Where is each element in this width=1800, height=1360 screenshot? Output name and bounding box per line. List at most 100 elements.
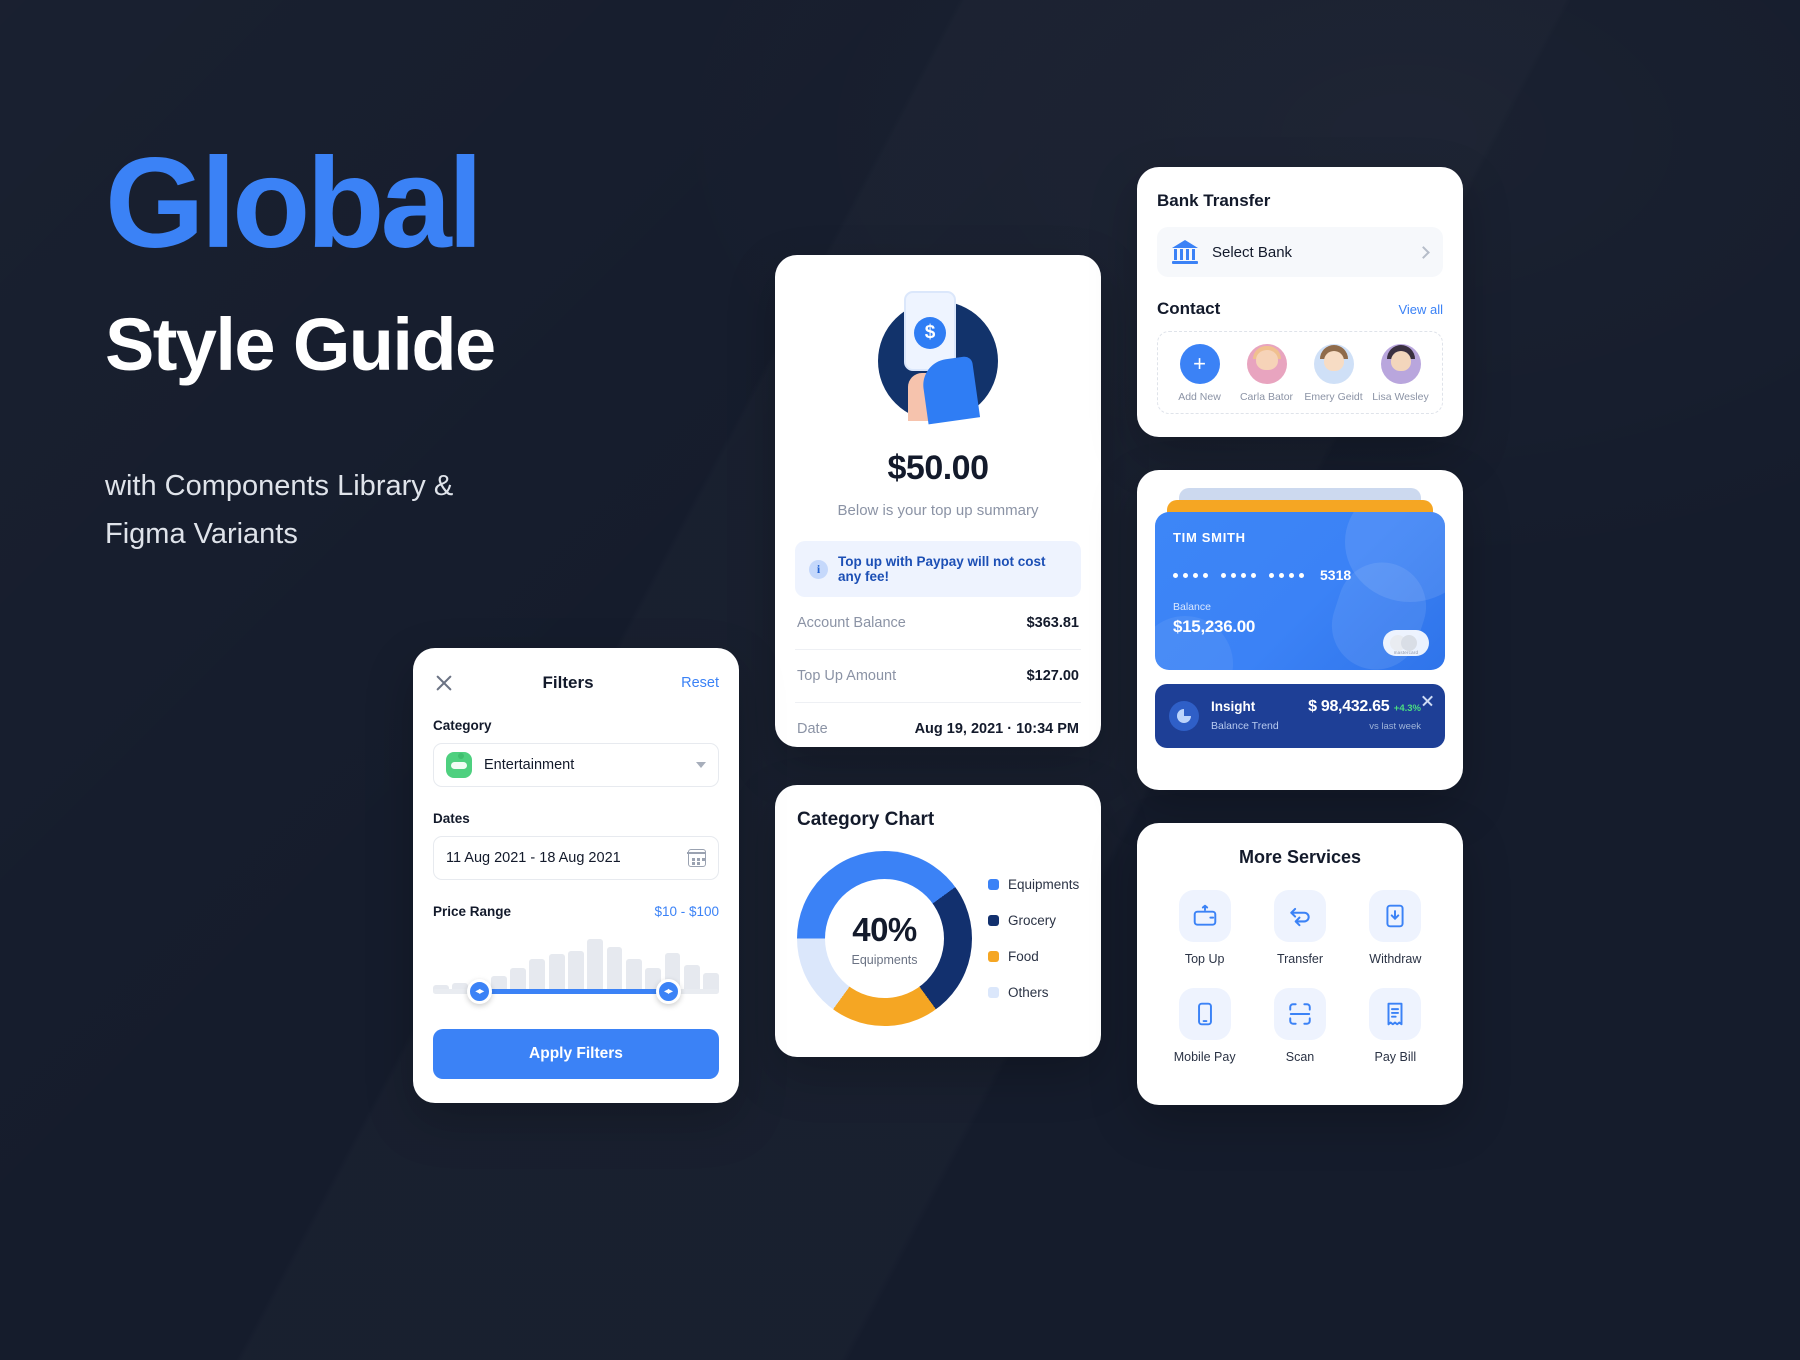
insight-delta-value: +4.3% bbox=[1393, 703, 1421, 714]
service-item-pay-bill[interactable]: Pay Bill bbox=[1348, 988, 1443, 1064]
legend-label: Food bbox=[1008, 949, 1039, 964]
contact-title: Contact bbox=[1157, 299, 1221, 318]
withdraw-icon bbox=[1369, 890, 1422, 942]
mobile-phone-icon bbox=[1178, 988, 1231, 1040]
style-guide-canvas: Global Style Guide with Components Libra… bbox=[0, 0, 1800, 1360]
services-grid: Top Up Transfer Withdraw Mobile Pay Scan Pay … bbox=[1157, 890, 1443, 1064]
card-number-group bbox=[1221, 572, 1256, 578]
slider-handle-min[interactable]: ◂▸ bbox=[466, 979, 492, 1004]
histogram-bar bbox=[587, 939, 604, 991]
bank-transfer-title: Bank Transfer bbox=[1157, 191, 1271, 210]
wallet-topup-icon bbox=[1178, 890, 1231, 942]
avatar bbox=[1313, 344, 1354, 384]
filters-title: Filters bbox=[542, 673, 594, 692]
apply-filters-button[interactable]: Apply Filters bbox=[433, 1029, 719, 1079]
topup-amount-label: Top Up Amount bbox=[797, 668, 897, 684]
insight-delta-suffix: vs last week bbox=[1369, 721, 1421, 732]
service-label: Pay Bill bbox=[1374, 1050, 1417, 1064]
legend-color-swatch bbox=[988, 879, 999, 890]
histogram-bar bbox=[548, 954, 565, 991]
service-item-withdraw[interactable]: Withdraw bbox=[1348, 890, 1443, 966]
contact-list: + Add New Carla Bator Emery Geidt Lisa W… bbox=[1157, 331, 1443, 414]
account-balance-label: Account Balance bbox=[797, 615, 906, 631]
topup-notice-text: Top up with Paypay will not cost any fee… bbox=[838, 554, 1046, 584]
more-services-card: More Services Top Up Transfer Withdraw Mobi… bbox=[1137, 823, 1463, 1105]
calendar-icon[interactable] bbox=[687, 849, 706, 867]
price-range-header: Price Range $10 - $100 bbox=[433, 904, 719, 919]
list-item[interactable]: Carla Bator bbox=[1234, 344, 1300, 403]
list-item[interactable]: Lisa Wesley bbox=[1368, 344, 1434, 403]
service-label: Mobile Pay bbox=[1173, 1050, 1236, 1064]
select-bank-button[interactable]: Select Bank bbox=[1157, 227, 1443, 277]
filters-header: Filters Reset bbox=[433, 672, 719, 694]
donut-chart: 40% Equipments bbox=[797, 851, 972, 1026]
insight-amount: $ 98,432.65 bbox=[1308, 698, 1390, 715]
histogram-bar bbox=[510, 968, 526, 991]
service-label: Withdraw bbox=[1369, 952, 1422, 966]
contact-label: Add New bbox=[1178, 391, 1221, 403]
close-icon[interactable] bbox=[433, 672, 455, 694]
game-controller-icon bbox=[446, 752, 472, 778]
chevron-down-icon bbox=[696, 762, 706, 768]
date-range-value: 11 Aug 2021 - 18 Aug 2021 bbox=[446, 850, 621, 866]
list-item[interactable]: Emery Geidt bbox=[1301, 344, 1367, 403]
hero-section: Global Style Guide with Components Libra… bbox=[105, 140, 745, 559]
contact-header: Contact View all bbox=[1157, 299, 1443, 319]
legend-item: Others bbox=[988, 985, 1079, 1000]
pie-chart-icon bbox=[1169, 701, 1199, 731]
avatar bbox=[1380, 344, 1421, 384]
hero-title-main: Style Guide bbox=[105, 303, 496, 386]
hero-subtitle: with Components Library & Figma Variants bbox=[105, 462, 745, 559]
legend-label: Others bbox=[1008, 985, 1049, 1000]
scan-icon bbox=[1273, 988, 1326, 1040]
receipt-icon bbox=[1369, 988, 1422, 1040]
info-icon: i bbox=[809, 559, 828, 579]
legend-color-swatch bbox=[988, 951, 999, 962]
mastercard-logo-icon: mastercard bbox=[1383, 630, 1429, 656]
card-holder-name: TIM SMITH bbox=[1173, 530, 1246, 545]
table-row: Account Balance $363.81 bbox=[795, 597, 1081, 650]
legend-item: Equipments bbox=[988, 877, 1079, 892]
insight-subtitle: Balance Trend bbox=[1211, 720, 1279, 732]
card-number-group bbox=[1269, 572, 1304, 578]
service-label: Transfer bbox=[1276, 952, 1324, 966]
credit-card-front[interactable]: TIM SMITH 5318 Balance $15,236.00 master… bbox=[1155, 512, 1445, 670]
add-new-contact-button[interactable]: + Add New bbox=[1167, 344, 1233, 403]
legend-color-swatch bbox=[988, 987, 999, 998]
avatar bbox=[1246, 344, 1287, 384]
topup-notice-banner: i Top up with Paypay will not cost any f… bbox=[795, 541, 1081, 597]
service-item-scan[interactable]: Scan bbox=[1252, 988, 1347, 1064]
price-range-slider[interactable]: ◂▸ ◂▸ bbox=[433, 933, 719, 1005]
slider-handle-max[interactable]: ◂▸ bbox=[655, 979, 681, 1004]
page-title: Category Chart bbox=[797, 809, 935, 830]
slider-track-fill bbox=[478, 989, 668, 994]
donut-center: 40% Equipments bbox=[825, 879, 944, 998]
histogram-bar bbox=[683, 965, 700, 991]
bank-transfer-card: Bank Transfer Select Bank Contact View a… bbox=[1137, 167, 1463, 437]
legend-label: Grocery bbox=[1008, 913, 1057, 928]
insight-banner: Insight Balance Trend $ 98,432.65 +4.3% … bbox=[1155, 684, 1445, 748]
plus-icon: + bbox=[1179, 344, 1220, 384]
category-select[interactable]: Entertainment bbox=[433, 743, 719, 787]
service-label: Top Up bbox=[1184, 952, 1225, 966]
donut-center-label: Equipments bbox=[851, 952, 918, 967]
close-icon[interactable] bbox=[1421, 694, 1434, 707]
select-bank-label: Select Bank bbox=[1212, 243, 1293, 261]
card-balance-label: Balance bbox=[1173, 601, 1211, 613]
card-number: 5318 bbox=[1173, 567, 1427, 583]
contact-label: Lisa Wesley bbox=[1372, 391, 1429, 403]
service-item-mobile-pay[interactable]: Mobile Pay bbox=[1157, 988, 1252, 1064]
service-item-transfer[interactable]: Transfer bbox=[1252, 890, 1347, 966]
date-range-input[interactable]: 11 Aug 2021 - 18 Aug 2021 bbox=[433, 836, 719, 880]
reset-button[interactable]: Reset bbox=[681, 675, 719, 691]
bank-icon bbox=[1172, 240, 1198, 264]
service-item-top-up[interactable]: Top Up bbox=[1157, 890, 1252, 966]
view-all-button[interactable]: View all bbox=[1398, 302, 1443, 317]
filters-card: Filters Reset Category Entertainment Dat… bbox=[413, 648, 739, 1103]
price-range-label: Price Range bbox=[433, 904, 512, 919]
insight-title: Insight bbox=[1211, 699, 1256, 714]
transfer-arrows-icon bbox=[1273, 890, 1326, 942]
date-value: Aug 19, 2021 · 10:34 PM bbox=[914, 721, 1079, 737]
date-label: Date bbox=[797, 721, 828, 737]
category-value: Entertainment bbox=[484, 757, 575, 773]
